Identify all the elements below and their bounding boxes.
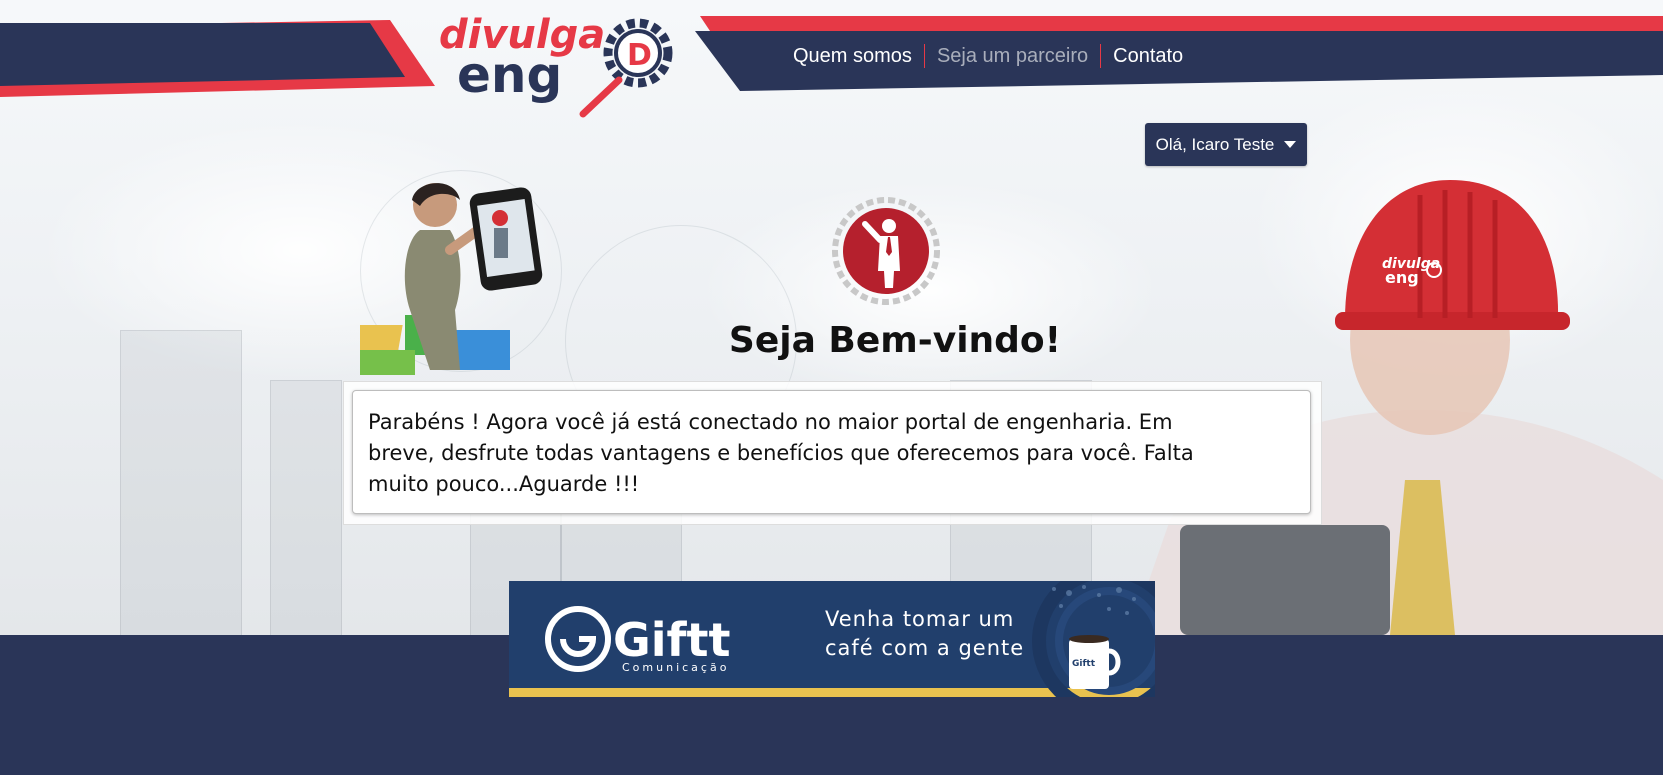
svg-text:D: D	[627, 38, 652, 73]
gear-icon: D	[603, 18, 673, 88]
nav-seja-um-parceiro[interactable]: Seja um parceiro	[925, 41, 1100, 71]
svg-text:eng: eng	[457, 46, 562, 104]
svg-text:eng: eng	[1385, 268, 1419, 287]
nav-quem-somos[interactable]: Quem somos	[793, 41, 924, 71]
svg-text:Giftt: Giftt	[1072, 659, 1096, 669]
main-nav: Quem somos Seja um parceiro Contato	[793, 41, 1195, 71]
svg-text:Venha tomar um: Venha tomar um	[825, 607, 1014, 631]
person-icon	[832, 197, 940, 305]
magnifier-icon	[579, 76, 623, 118]
phone-icon	[469, 187, 543, 291]
user-menu-button[interactable]: Olá, Icaro Teste	[1145, 123, 1307, 166]
welcome-title: Seja Bem-vindo!	[728, 320, 1062, 361]
caret-down-icon	[1284, 141, 1297, 148]
user-greeting: Olá, Icaro Teste	[1155, 134, 1275, 154]
giftt-banner[interactable]: Giftt Comunicação Venha tomar um café co…	[509, 564, 1186, 718]
svg-text:Comunicação: Comunicação	[622, 661, 729, 674]
welcome-message: Parabéns ! Agora você já está conectado …	[368, 410, 1194, 496]
site-logo[interactable]: divulga eng D	[435, 8, 685, 124]
message-card: Parabéns ! Agora você já está conectado …	[352, 390, 1311, 514]
nav-contato[interactable]: Contato	[1101, 41, 1195, 71]
svg-text:café com a gente: café com a gente	[825, 636, 1024, 660]
svg-text:Giftt: Giftt	[613, 613, 731, 667]
